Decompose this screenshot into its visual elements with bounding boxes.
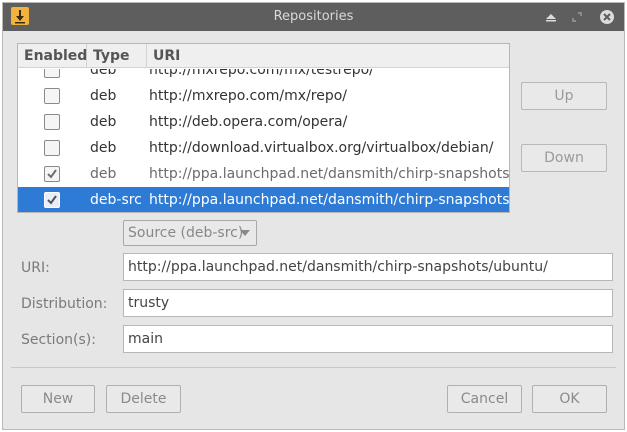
list-row[interactable]: deb http://deb.opera.com/opera/: [18, 109, 509, 135]
divider: [11, 367, 616, 368]
enabled-checkbox[interactable]: [44, 166, 60, 182]
row-uri: http://ppa.launchpad.net/dansmith/chirp-…: [149, 166, 509, 182]
combo-value: Source (deb-src): [128, 225, 244, 241]
window-title: Repositories: [273, 9, 354, 24]
row-type: deb: [90, 88, 117, 104]
uri-label: URI:: [21, 260, 50, 276]
row-uri: http://deb.opera.com/opera/: [149, 114, 348, 130]
row-uri: http://ppa.launchpad.net/dansmith/chirp-…: [149, 192, 509, 208]
sections-label: Section(s):: [21, 332, 96, 348]
list-row[interactable]: deb http://mxrepo.com/mx/repo/: [18, 83, 509, 109]
checkmark-icon: [47, 195, 57, 205]
minimize-icon[interactable]: [543, 9, 559, 25]
row-type: deb: [90, 166, 117, 182]
enabled-checkbox[interactable]: [44, 192, 60, 208]
row-type: deb: [90, 140, 117, 156]
row-type: deb-src: [90, 192, 142, 208]
distribution-field[interactable]: trusty: [123, 289, 613, 317]
down-button[interactable]: Down: [521, 144, 607, 172]
cancel-button[interactable]: Cancel: [447, 385, 522, 413]
distribution-label: Distribution:: [21, 296, 108, 312]
sections-field[interactable]: main: [123, 325, 613, 353]
row-uri: http://download.virtualbox.org/virtualbo…: [149, 140, 494, 156]
repository-list[interactable]: Enabled Type URI deb http://mxrepo.com/m…: [17, 43, 510, 213]
column-header-type[interactable]: Type: [87, 44, 147, 68]
ok-button[interactable]: OK: [532, 385, 607, 413]
list-row[interactable]: deb http://ppa.launchpad.net/dansmith/ch…: [18, 161, 509, 187]
new-button[interactable]: New: [21, 385, 95, 413]
row-uri: http://mxrepo.com/mx/testrepo/: [149, 69, 374, 78]
repositories-window: Repositories Enabled Type URI deb http:/…: [2, 2, 625, 430]
list-row-selected[interactable]: deb-src http://ppa.launchpad.net/dansmit…: [18, 187, 509, 212]
dropdown-arrow-icon: [240, 230, 250, 236]
list-row[interactable]: deb http://mxrepo.com/mx/testrepo/: [18, 69, 509, 83]
column-header-enabled[interactable]: Enabled: [18, 44, 87, 68]
source-type-combobox[interactable]: Source (deb-src): [123, 220, 257, 246]
up-button[interactable]: Up: [521, 82, 607, 110]
list-rows: deb http://mxrepo.com/mx/testrepo/ deb h…: [18, 69, 509, 212]
row-type: deb: [90, 69, 117, 78]
list-header: Enabled Type URI: [18, 44, 509, 68]
delete-button[interactable]: Delete: [106, 385, 181, 413]
list-row[interactable]: deb http://download.virtualbox.org/virtu…: [18, 135, 509, 161]
enabled-checkbox[interactable]: [44, 140, 60, 156]
uri-field[interactable]: http://ppa.launchpad.net/dansmith/chirp-…: [123, 253, 613, 281]
row-uri: http://mxrepo.com/mx/repo/: [149, 88, 348, 104]
titlebar[interactable]: Repositories: [3, 3, 624, 31]
enabled-checkbox[interactable]: [44, 69, 60, 78]
restore-icon[interactable]: [569, 9, 585, 25]
row-type: deb: [90, 114, 117, 130]
enabled-checkbox[interactable]: [44, 88, 60, 104]
close-icon[interactable]: [599, 9, 615, 25]
checkmark-icon: [47, 169, 57, 179]
enabled-checkbox[interactable]: [44, 114, 60, 130]
column-header-uri[interactable]: URI: [147, 44, 509, 68]
